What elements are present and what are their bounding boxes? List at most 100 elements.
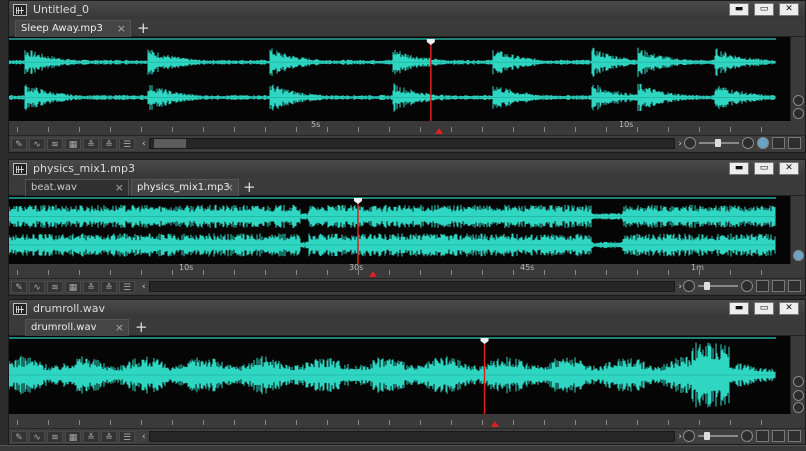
scroll-right-icon[interactable]: › xyxy=(678,282,682,292)
time-ruler[interactable]: 5s 10s xyxy=(9,120,805,135)
zoom-slider[interactable] xyxy=(698,282,738,290)
scroll-left-icon[interactable]: ‹ xyxy=(142,432,146,442)
zoom-selection-icon[interactable] xyxy=(757,137,769,149)
zoom-slider[interactable] xyxy=(698,432,738,440)
waveform-view[interactable] xyxy=(9,37,805,121)
waveform-view[interactable] xyxy=(9,336,805,414)
zoom-out-icon[interactable] xyxy=(684,137,696,149)
vertical-zoom-bar[interactable] xyxy=(790,336,805,414)
wave-icon[interactable]: ∿ xyxy=(29,430,45,443)
scroll-right-icon[interactable]: › xyxy=(678,139,682,149)
list-icon[interactable]: ☰ xyxy=(119,280,135,293)
zoom-slider-knob[interactable] xyxy=(715,139,721,147)
wave-icon[interactable]: ∿ xyxy=(29,137,45,150)
zoom-full-icon[interactable] xyxy=(788,280,801,292)
playhead-handle[interactable] xyxy=(353,198,362,204)
playhead-marker[interactable] xyxy=(435,128,443,134)
zoom-slider-knob[interactable] xyxy=(704,282,710,290)
zoom-fit-icon[interactable] xyxy=(772,430,785,442)
wave-icon[interactable]: ≋ xyxy=(47,280,63,293)
spectrum-icon[interactable]: ▦ xyxy=(65,137,81,150)
maximize-button[interactable]: ▭ xyxy=(754,162,774,175)
pencil-icon[interactable]: ✎ xyxy=(11,430,27,443)
ruler-tick xyxy=(730,270,731,275)
tab-close-icon[interactable]: × xyxy=(115,320,124,335)
filter-icon[interactable]: ≙ xyxy=(101,430,117,443)
scroll-thumb[interactable] xyxy=(154,139,186,148)
vertical-zoom-bar[interactable] xyxy=(790,37,805,121)
title-bar[interactable]: Untitled_0 ▬ ▭ ✕ xyxy=(9,1,805,18)
zoom-out-icon[interactable] xyxy=(683,430,695,442)
zoom-in-icon[interactable] xyxy=(793,250,804,261)
zoom-out-icon[interactable] xyxy=(793,108,804,119)
waveform-view[interactable] xyxy=(9,196,805,264)
zoom-in-icon[interactable] xyxy=(741,280,753,292)
tab-close-icon[interactable]: × xyxy=(117,21,126,36)
filter-icon[interactable]: ≙ xyxy=(101,137,117,150)
maximize-button[interactable]: ▭ xyxy=(754,302,774,315)
zoom-in-icon[interactable] xyxy=(742,137,754,149)
minimize-button[interactable]: ▬ xyxy=(729,162,749,175)
filter-icon[interactable]: ≚ xyxy=(83,280,99,293)
editor-window-2: physics_mix1.mp3 ▬ ▭ ✕ beat.wav × physic… xyxy=(8,159,806,296)
horizontal-scrollbar[interactable]: ‹ › xyxy=(142,138,682,149)
zoom-fit-icon[interactable] xyxy=(772,280,785,292)
zoom-in-icon[interactable] xyxy=(793,95,804,106)
playhead-handle[interactable] xyxy=(480,338,489,344)
minimize-button[interactable]: ▬ xyxy=(729,302,749,315)
zoom-in-icon[interactable] xyxy=(741,430,753,442)
tab-drumroll[interactable]: drumroll.wav × xyxy=(25,319,129,336)
time-ruler[interactable]: 10s 30s 45s 1m xyxy=(9,263,805,278)
list-icon[interactable]: ☰ xyxy=(119,430,135,443)
tab-sleep-away[interactable]: Sleep Away.mp3 × xyxy=(15,20,131,37)
zoom-reset-icon[interactable] xyxy=(793,402,804,413)
waveform-app-icon xyxy=(13,302,27,315)
zoom-slider-knob[interactable] xyxy=(704,432,710,440)
pencil-icon[interactable]: ✎ xyxy=(11,137,27,150)
add-tab-button[interactable]: + xyxy=(243,178,256,196)
playhead-marker[interactable] xyxy=(491,421,499,427)
zoom-out-icon[interactable] xyxy=(793,390,804,401)
list-icon[interactable]: ☰ xyxy=(119,137,135,150)
filter-icon[interactable]: ≚ xyxy=(83,137,99,150)
scroll-left-icon[interactable]: ‹ xyxy=(142,282,146,292)
filter-icon[interactable]: ≙ xyxy=(101,280,117,293)
minimize-button[interactable]: ▬ xyxy=(729,3,749,16)
tab-close-icon[interactable]: × xyxy=(115,180,124,195)
filter-icon[interactable]: ≚ xyxy=(83,430,99,443)
close-button[interactable]: ✕ xyxy=(779,3,799,16)
tab-close-icon[interactable]: × xyxy=(225,180,234,195)
wave-icon[interactable]: ∿ xyxy=(29,280,45,293)
zoom-selection-icon[interactable] xyxy=(756,280,769,292)
horizontal-scrollbar[interactable]: ‹ › xyxy=(142,431,682,442)
close-button[interactable]: ✕ xyxy=(779,162,799,175)
zoom-slider[interactable] xyxy=(699,139,739,147)
wave-icon[interactable]: ≋ xyxy=(47,137,63,150)
zoom-out-icon[interactable] xyxy=(683,280,695,292)
pencil-icon[interactable]: ✎ xyxy=(11,280,27,293)
title-bar[interactable]: physics_mix1.mp3 ▬ ▭ ✕ xyxy=(9,160,805,177)
time-ruler[interactable] xyxy=(9,414,805,428)
title-bar[interactable]: drumroll.wav ▬ ▭ ✕ xyxy=(9,300,805,317)
scroll-right-icon[interactable]: › xyxy=(678,432,682,442)
vertical-zoom-bar[interactable] xyxy=(790,196,805,264)
scroll-left-icon[interactable]: ‹ xyxy=(142,139,146,149)
zoom-selection-icon[interactable] xyxy=(756,430,769,442)
zoom-full-icon[interactable] xyxy=(788,137,801,149)
playhead-handle[interactable] xyxy=(426,39,435,45)
zoom-full-icon[interactable] xyxy=(788,430,801,442)
tab-beat[interactable]: beat.wav × xyxy=(25,179,129,196)
spectrum-icon[interactable]: ▦ xyxy=(65,430,81,443)
tab-physics-mix[interactable]: physics_mix1.mp3 × xyxy=(131,179,239,196)
add-tab-button[interactable]: + xyxy=(135,318,148,336)
wave-icon[interactable]: ≋ xyxy=(47,430,63,443)
close-button[interactable]: ✕ xyxy=(779,302,799,315)
spectrum-icon[interactable]: ▦ xyxy=(65,280,81,293)
playhead-marker[interactable] xyxy=(369,271,377,277)
zoom-in-icon[interactable] xyxy=(793,376,804,387)
zoom-fit-icon[interactable] xyxy=(772,137,785,149)
horizontal-scrollbar[interactable]: ‹ › xyxy=(142,281,682,292)
maximize-button[interactable]: ▭ xyxy=(754,3,774,16)
add-tab-button[interactable]: + xyxy=(137,19,150,37)
ruler-tick xyxy=(234,270,235,275)
